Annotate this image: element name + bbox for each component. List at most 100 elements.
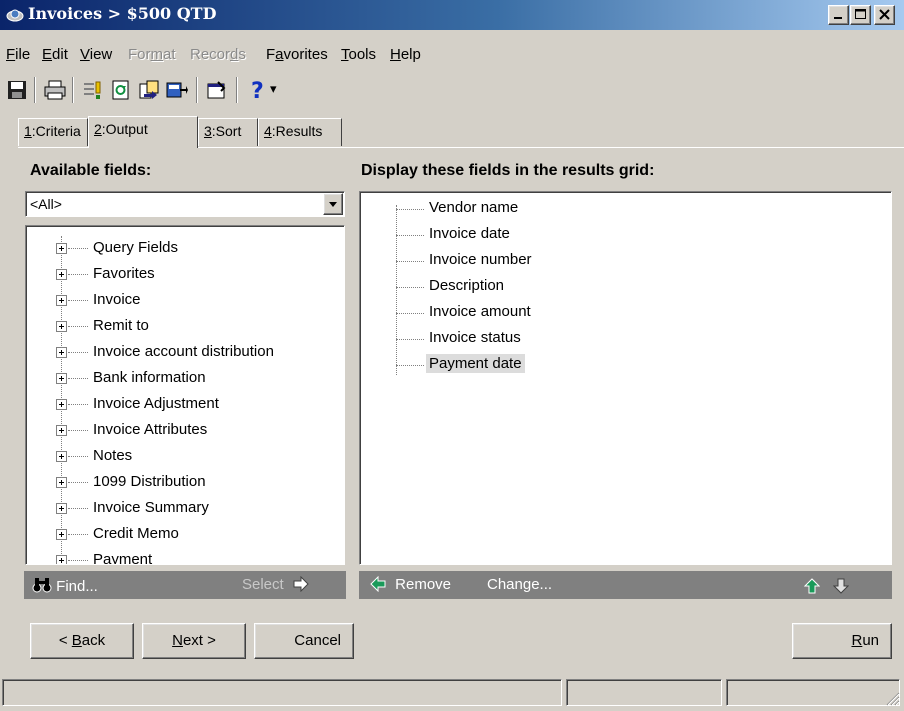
toolbar-separator (72, 77, 74, 103)
export-icon[interactable] (138, 80, 160, 100)
next-button[interactable]: Next > (142, 623, 246, 659)
tab-sort[interactable]: 3:Sort (198, 118, 258, 146)
tree-connector (396, 339, 424, 340)
minimize-button[interactable] (828, 5, 849, 25)
toolbar-separator (236, 77, 238, 103)
menu-records: Records (190, 46, 246, 63)
tree-connector (396, 287, 424, 288)
menu-edit[interactable]: Edit (42, 46, 68, 63)
display-fields-tree[interactable]: Vendor name Invoice date Invoice number … (359, 191, 892, 565)
field-filter-dropdown-button[interactable] (323, 193, 343, 215)
refresh-icon[interactable] (110, 80, 132, 100)
tree-connector (68, 352, 88, 353)
tree-connector (396, 235, 424, 236)
tree-item[interactable]: Bank information (26, 366, 326, 392)
tree-connector (68, 534, 88, 535)
menu-format: Format (128, 46, 176, 63)
change-button[interactable]: Change... (487, 576, 552, 593)
toolbar-separator (196, 77, 198, 103)
arrow-right-icon (293, 575, 309, 593)
run-button[interactable]: Run (792, 623, 892, 659)
chevron-down-icon (329, 202, 337, 207)
available-fields-tree[interactable]: Query Fields Favorites Invoice Remit to … (25, 225, 345, 565)
criteria-icon[interactable] (82, 80, 104, 100)
tab-output[interactable]: 2:Output (88, 116, 198, 148)
tree-connector (68, 326, 88, 327)
tree-item[interactable]: Invoice Attributes (26, 418, 326, 444)
toolbar: ? ▾ (0, 72, 904, 106)
expand-icon[interactable] (56, 399, 67, 410)
tree-connector (68, 274, 88, 275)
status-panel-tertiary (726, 679, 900, 706)
tree-connector (396, 313, 424, 314)
menu-favorites[interactable]: Favorites (266, 46, 328, 63)
status-panel-main (2, 679, 562, 706)
expand-icon[interactable] (56, 321, 67, 332)
menu-help[interactable]: Help (390, 46, 421, 63)
tree-item[interactable]: Invoice Summary (26, 496, 326, 522)
tree-item[interactable]: Credit Memo (26, 522, 326, 548)
find-button[interactable]: Find... (32, 576, 98, 595)
tree-item[interactable]: Notes (26, 444, 326, 470)
tree-item[interactable]: Favorites (26, 262, 326, 288)
tab-criteria[interactable]: 1:Criteria (18, 118, 88, 146)
expand-icon[interactable] (56, 529, 67, 540)
tree-connector (68, 560, 88, 561)
tree-item[interactable]: Payment (26, 548, 326, 564)
expand-icon[interactable] (56, 451, 67, 462)
tree-item[interactable]: Invoice (26, 288, 326, 314)
merge-icon[interactable] (166, 80, 188, 100)
minimize-icon (834, 17, 842, 19)
expand-icon[interactable] (56, 477, 67, 488)
expand-icon[interactable] (56, 503, 67, 514)
tree-item[interactable]: 1099 Distribution (26, 470, 326, 496)
field-filter-value: <All> (30, 196, 62, 212)
menu-file[interactable]: File (6, 46, 30, 63)
toolbar-separator (34, 77, 36, 103)
print-icon[interactable] (44, 80, 66, 100)
expand-icon[interactable] (56, 295, 67, 306)
tab-results[interactable]: 4:Results (258, 118, 342, 146)
save-icon[interactable] (6, 80, 28, 100)
move-down-icon[interactable] (833, 577, 849, 595)
available-fields-heading: Available fields: (30, 162, 152, 179)
svg-text:?: ? (251, 80, 264, 100)
tree-item[interactable]: Query Fields (26, 236, 326, 262)
tree-connector (68, 404, 88, 405)
tree-connector (68, 300, 88, 301)
tree-connector (68, 378, 88, 379)
tree-item[interactable]: Invoice account distribution (26, 340, 326, 366)
properties-icon[interactable] (206, 80, 228, 100)
tree-connector (68, 482, 88, 483)
expand-icon[interactable] (56, 373, 67, 384)
tree-item[interactable]: Invoice Adjustment (26, 392, 326, 418)
binoculars-icon (32, 578, 52, 593)
help-icon[interactable]: ? (248, 80, 270, 100)
maximize-button[interactable] (850, 5, 871, 25)
expand-icon[interactable] (56, 243, 67, 254)
tree-connector (68, 430, 88, 431)
close-button[interactable] (874, 5, 895, 25)
status-panel-secondary (566, 679, 722, 706)
select-button[interactable]: Select (242, 575, 310, 593)
back-button[interactable]: < Back (30, 623, 134, 659)
tree-connector (396, 365, 424, 366)
field-filter-combo[interactable]: <All> (25, 191, 345, 217)
remove-button[interactable]: Remove (369, 575, 451, 593)
resize-grip-icon[interactable] (886, 692, 900, 706)
display-fields-heading: Display these fields in the results grid… (361, 162, 655, 179)
tree-connector (396, 261, 424, 262)
expand-icon[interactable] (56, 269, 67, 280)
arrow-left-icon (370, 575, 386, 593)
help-dropdown-arrow[interactable]: ▾ (270, 81, 277, 97)
cancel-button[interactable]: Cancel (254, 623, 354, 659)
move-up-icon[interactable] (804, 577, 820, 595)
tree-guide-line (396, 205, 397, 375)
expand-icon[interactable] (56, 347, 67, 358)
expand-icon[interactable] (56, 555, 67, 564)
menu-tools[interactable]: Tools (341, 46, 376, 63)
tree-item[interactable]: Remit to (26, 314, 326, 340)
menu-view[interactable]: View (80, 46, 112, 63)
expand-icon[interactable] (56, 425, 67, 436)
tree-connector (68, 456, 88, 457)
